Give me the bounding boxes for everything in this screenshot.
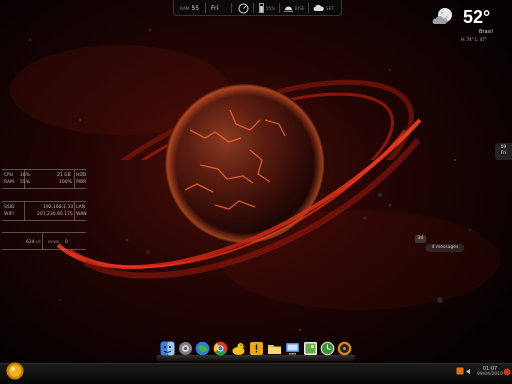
weather-mini: SET [313,3,334,13]
taskbar [0,363,512,384]
image-icon[interactable] [303,341,318,356]
network-meter-panel: SSID 192.168.1.33 LAN WIFI 201.230.95.17… [2,201,87,221]
power-label: PWR [76,180,87,185]
ssid-label: SSID [4,205,15,210]
clock-icon[interactable] [320,341,335,356]
top-status-bar: RAM 55 Fri 55% RISE SET [173,0,342,16]
clock-icon [238,3,249,13]
wan-label: WAN [76,212,87,217]
divider [279,3,280,13]
divider [231,3,232,13]
chrome-icon[interactable] [213,341,228,356]
day-display: Fri [211,3,218,13]
divider [308,3,309,13]
date-day: Fri [500,151,507,156]
sunrise-icon [284,6,293,12]
city-name: Brasil [479,29,493,35]
finder-icon[interactable] [160,341,175,356]
download-value: 0 [65,240,68,245]
divider [253,3,254,13]
warning-icon[interactable] [249,341,264,356]
clock-date: 09/04/2010 [477,372,503,377]
tray-app-icon[interactable] [456,367,464,375]
gear-icon[interactable] [178,341,193,356]
weather-widget[interactable]: 52° Brasil H: 74° L: 47° [430,4,510,44]
traffic-meter-panel: 624 UP DOWN 0 [2,232,86,250]
lan-label: LAN [76,205,86,210]
ram-value: 55 [191,4,200,12]
start-button[interactable] [5,361,25,381]
power-value: 100% [59,180,72,185]
volume-icon[interactable] [466,368,473,375]
date-tab[interactable]: 09 Fri [495,143,512,160]
sunrise-label: RISE [295,5,305,11]
temperature: 52° [463,7,491,27]
traffic-row: 624 UP DOWN 0 [2,240,86,246]
cpu-label: CPU [4,173,14,178]
sunset-label: SET [326,5,335,11]
ram-label: RAM [4,180,14,185]
download-label: DOWN [48,240,60,244]
cpu-row: CPU 16% 21 GB HDD [2,173,86,179]
memory-label: 55% [266,5,276,11]
hdd-size: 21 GB [57,173,71,178]
upload-label: UP [36,240,41,244]
upload-value: 624 [26,240,35,245]
ram-meter: RAM 55 [180,3,199,13]
tray-clock[interactable]: 01:07 09/04/2010 [474,366,506,378]
hdd-label: HDD [76,173,87,178]
memory-gauge: 55% [259,3,276,13]
network-icon[interactable] [285,341,300,356]
wan-row: WIFI 201.230.95.175 WAN [2,212,87,218]
cloud-icon [313,4,324,11]
system-meter-panel: CPU 16% 21 GB HDD RAM 55% 100% PWR [2,169,86,189]
battery-icon [259,3,264,13]
folder-icon[interactable] [267,341,282,356]
moon-cloud-icon [432,8,452,24]
music-icon[interactable] [337,341,352,356]
wifi-label: WIFI [4,212,14,217]
duck-icon[interactable] [231,341,246,356]
messages-notification[interactable]: 4 messages [426,244,464,252]
sunrise-display: RISE [284,3,305,13]
globe-icon[interactable] [195,341,210,356]
ram-value: 55% [20,180,31,185]
wan-ip: 201.230.95.175 [37,212,73,217]
high-low: H: 74° L: 47° [461,37,487,42]
lan-row: SSID 192.168.1.33 LAN [2,205,86,211]
lan-ip: 192.168.1.33 [43,205,74,210]
ram-row: RAM 55% 100% PWR [2,180,86,186]
desktop-wallpaper [0,0,512,384]
clock-gauge[interactable] [238,3,249,13]
ram-label: RAM [180,5,190,11]
message-count-badge[interactable]: 34 [415,235,426,243]
dock [157,340,355,362]
cpu-value: 16% [20,173,31,178]
divider [205,3,206,13]
day-value: Fri [211,4,219,12]
